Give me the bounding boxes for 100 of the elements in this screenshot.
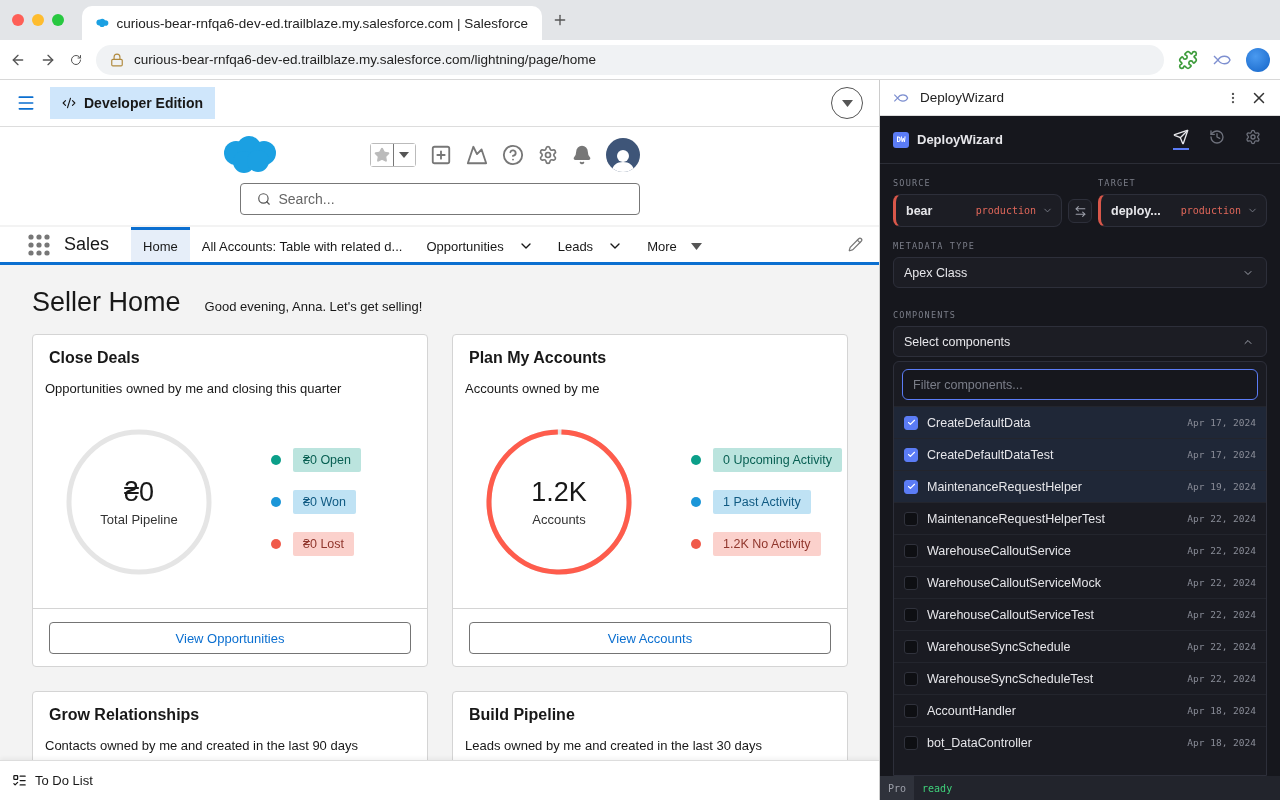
puzzle-icon[interactable] — [1178, 49, 1198, 70]
mountain-icon[interactable] — [465, 144, 488, 166]
address-bar[interactable]: curious-bear-rnfqa6-dev-ed.trailblaze.my.salesforce.com/lightning/page/home — [96, 44, 1164, 75]
legend-label: 1 Past Activity — [713, 490, 811, 514]
component-date: Apr 22, 2024 — [1187, 513, 1256, 524]
card-title: Build Pipeline — [468, 705, 576, 724]
search-icon — [256, 192, 271, 206]
field-label: COMPONENTS — [893, 310, 958, 320]
component-row[interactable]: WarehouseCalloutServiceMock Apr 22, 2024 — [894, 566, 1266, 598]
nav-label: More — [647, 238, 677, 254]
component-row[interactable]: AccountHandler Apr 18, 2024 — [894, 694, 1266, 726]
close-window-button[interactable] — [12, 14, 24, 26]
component-row[interactable]: MaintenanceRequestHelper Apr 19, 2024 — [894, 470, 1266, 502]
plan-label: Pro — [880, 776, 915, 800]
checkbox[interactable] — [904, 575, 918, 590]
component-name: WarehouseCalloutServiceMock — [927, 575, 1102, 590]
dropdown-button[interactable] — [831, 87, 863, 119]
component-row[interactable]: MaintenanceRequestHelperTest Apr 22, 2024 — [894, 502, 1266, 534]
nav-tab[interactable]: Leads — [545, 227, 636, 262]
card-subtitle: Accounts owned by me — [464, 380, 601, 396]
target-select[interactable]: deploy... production — [1098, 194, 1267, 227]
view-button[interactable]: View Accounts — [469, 622, 831, 654]
bell-icon[interactable] — [571, 145, 592, 165]
checkbox[interactable] — [904, 479, 918, 494]
cloud-icon — [96, 17, 109, 29]
checkbox[interactable] — [904, 543, 918, 558]
component-row[interactable]: WarehouseSyncScheduleTest Apr 22, 2024 — [894, 662, 1266, 694]
checkbox[interactable] — [904, 671, 918, 686]
send-tab[interactable] — [1173, 129, 1189, 150]
component-date: Apr 22, 2024 — [1187, 673, 1256, 684]
legend-label: ₴0 Won — [293, 490, 356, 514]
checkbox[interactable] — [904, 639, 918, 654]
app-launcher-icon[interactable] — [28, 233, 50, 256]
nav-tab[interactable]: More — [635, 227, 714, 262]
check-icon — [906, 482, 916, 491]
nav-label: Opportunities — [426, 238, 504, 254]
pencil-icon[interactable] — [848, 237, 863, 252]
card-title: Plan My Accounts — [468, 348, 608, 367]
app-title: DeployWizard — [917, 132, 1003, 147]
field-label: METADATA TYPE — [893, 241, 977, 251]
reload-icon[interactable] — [70, 53, 82, 66]
component-row[interactable]: WarehouseSyncSchedule Apr 22, 2024 — [894, 630, 1266, 662]
nav-tab[interactable]: Opportunities — [414, 227, 546, 262]
component-row[interactable]: WarehouseCalloutServiceTest Apr 22, 2024 — [894, 598, 1266, 630]
new-tab-icon[interactable] — [552, 12, 568, 28]
nav-label: Leads — [557, 238, 594, 254]
settings-icon[interactable] — [537, 145, 558, 165]
checkbox[interactable] — [904, 415, 918, 430]
component-date: Apr 22, 2024 — [1187, 641, 1256, 652]
metadata-select[interactable]: Apex Class — [893, 257, 1267, 288]
component-date: Apr 17, 2024 — [1187, 449, 1256, 460]
browser-tab[interactable]: curious-bear-rnfqa6-dev-ed.trailblaze.my.salesforce.com | Salesforce — [82, 6, 542, 40]
add-icon[interactable] — [429, 144, 452, 166]
page-title: Seller Home — [32, 287, 181, 318]
ring-value: ₴0 — [123, 477, 154, 508]
component-date: Apr 18, 2024 — [1187, 705, 1256, 716]
star-icon — [373, 147, 390, 163]
legend-label: 0 Upcoming Activity — [713, 448, 843, 472]
edition-badge[interactable]: Developer Edition — [50, 87, 216, 119]
checkbox[interactable] — [904, 703, 918, 718]
fish-icon[interactable] — [1212, 53, 1232, 66]
field-label: TARGET — [1098, 178, 1137, 188]
check-icon — [906, 418, 916, 427]
status-text: ready — [921, 782, 953, 794]
help-icon[interactable] — [501, 144, 524, 166]
view-button[interactable]: View Opportunities — [49, 622, 411, 654]
component-row[interactable]: CreateDefaultDataTest Apr 17, 2024 — [894, 438, 1266, 470]
nav-tab[interactable]: Home — [131, 227, 190, 262]
caret-icon — [690, 242, 702, 250]
component-row[interactable]: bot_DataController Apr 18, 2024 — [894, 726, 1266, 758]
profile-avatar[interactable] — [1246, 47, 1270, 72]
search-field[interactable]: Search... — [239, 183, 640, 215]
component-row[interactable]: WarehouseCalloutService Apr 22, 2024 — [894, 534, 1266, 566]
todo-list-button[interactable]: To Do List — [12, 773, 93, 788]
nav-tab[interactable]: All Accounts: Table with related d... — [189, 227, 415, 262]
favorites-menu-button[interactable] — [392, 144, 415, 166]
ring-label: Accounts — [532, 512, 586, 527]
filter-field[interactable]: Filter components... — [902, 369, 1258, 400]
lock-icon — [110, 52, 124, 67]
card-title: Close Deals — [48, 348, 141, 367]
ring-label: Total Pipeline — [100, 512, 178, 527]
component-date: Apr 17, 2024 — [1187, 417, 1256, 428]
legend-label: ₴0 Lost — [293, 532, 354, 556]
checkbox[interactable] — [904, 511, 918, 526]
checkbox[interactable] — [904, 447, 918, 462]
caret-icon — [399, 152, 409, 158]
checkbox[interactable] — [904, 607, 918, 622]
source-select[interactable]: bear production — [893, 194, 1062, 227]
checkbox[interactable] — [904, 735, 918, 750]
field-label: SOURCE — [893, 178, 932, 188]
card-subtitle: Contacts owned by me and created in the last 90 days — [44, 737, 359, 753]
components-select[interactable]: Select components — [893, 326, 1267, 357]
component-row[interactable]: CreateDefaultData Apr 17, 2024 — [894, 406, 1266, 438]
caret-icon — [841, 99, 853, 107]
component-name: CreateDefaultData — [927, 415, 1032, 430]
legend-label: 1.2K No Activity — [713, 532, 821, 556]
user-avatar[interactable] — [605, 138, 640, 172]
menu-icon[interactable] — [16, 93, 36, 113]
card-subtitle: Opportunities owned by me and closing this quarter — [44, 380, 343, 396]
swap-button[interactable] — [1068, 199, 1092, 223]
